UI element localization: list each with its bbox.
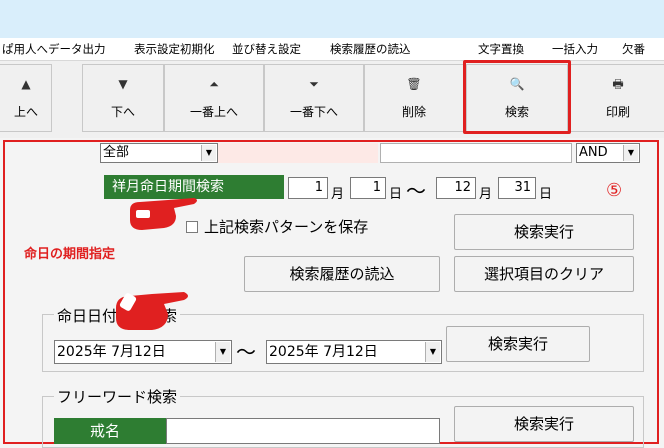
- start-month-input[interactable]: 1: [288, 177, 328, 199]
- step-badge: ⑤: [606, 180, 623, 201]
- delete-label: 削除: [401, 105, 426, 119]
- printer-icon: 🖶: [612, 77, 624, 91]
- move-up-button[interactable]: ▲ 上へ: [0, 64, 52, 132]
- chevron-down-icon: ▼: [201, 145, 216, 161]
- delete-button[interactable]: 🗑 削除: [364, 64, 464, 132]
- menu-bar: ぱ用人へデータ出力 表示設定初期化 並び替え設定 検索履歴の読込 文字置換 一括…: [0, 38, 664, 60]
- move-top-button[interactable]: ⏶ 一番上へ: [164, 64, 264, 132]
- posthumous-name-input[interactable]: [166, 418, 440, 444]
- date-range-tilde: ～: [236, 340, 256, 364]
- pointing-hand-icon: [116, 292, 188, 330]
- toolbar: ▲ 上へ ▼ 下へ ⏶ 一番上へ ⏷ 一番下へ 🗑 削除 🔍 検索 🖶 印刷: [0, 60, 664, 138]
- scope-combo-value: 全部: [103, 145, 130, 160]
- menu-item-sort-settings[interactable]: 並び替え設定: [232, 41, 301, 57]
- print-label: 印刷: [605, 105, 630, 119]
- logic-combo-value: AND: [579, 145, 608, 160]
- menu-item-replace-text[interactable]: 文字置換: [478, 41, 524, 57]
- end-day-input[interactable]: 31: [498, 177, 536, 199]
- trash-icon: 🗑: [406, 77, 422, 91]
- end-day-unit: 日: [539, 187, 553, 202]
- date-from-value: 2025年 7月12日: [57, 344, 166, 360]
- move-top-label: 一番上へ: [189, 105, 238, 119]
- load-history-button[interactable]: 検索履歴の読込: [244, 256, 440, 292]
- menu-item-reset-display[interactable]: 表示設定初期化: [134, 41, 215, 57]
- logic-combo[interactable]: AND ▼: [576, 143, 640, 163]
- chevron-down-icon: ▼: [623, 145, 638, 161]
- end-month-input[interactable]: 12: [436, 177, 476, 199]
- chevron-down-icon: ▼: [425, 342, 440, 362]
- search-exec-button-3[interactable]: 検索実行: [454, 406, 634, 442]
- menu-item-export[interactable]: ぱ用人へデータ出力: [2, 41, 106, 57]
- search-exec-button-1[interactable]: 検索実行: [454, 214, 634, 250]
- date-from-combo[interactable]: 2025年 7月12日 ▼: [54, 340, 232, 364]
- title-strip: [0, 0, 664, 38]
- move-bottom-button[interactable]: ⏷ 一番下へ: [264, 64, 364, 132]
- move-down-button[interactable]: ▼ 下へ: [82, 64, 164, 132]
- move-up-label: 上へ: [13, 105, 38, 119]
- posthumous-name-label: 戒名: [54, 418, 166, 444]
- menu-item-missing-number[interactable]: 欠番: [622, 41, 645, 57]
- arrow-top-icon: ⏶: [209, 77, 219, 91]
- move-down-label: 下へ: [110, 105, 135, 119]
- arrow-up-icon: ▲: [21, 77, 31, 91]
- start-month-unit: 月: [331, 187, 345, 202]
- print-button[interactable]: 🖶 印刷: [568, 64, 664, 132]
- arrow-bottom-icon: ⏷: [309, 77, 319, 91]
- date-to-combo[interactable]: 2025年 7月12日 ▼: [266, 340, 442, 364]
- clear-selection-button[interactable]: 選択項目のクリア: [454, 256, 634, 292]
- start-day-input[interactable]: 1: [350, 177, 386, 199]
- end-month-unit: 月: [479, 187, 493, 202]
- top-row-input[interactable]: [380, 143, 572, 163]
- move-bottom-label: 一番下へ: [289, 105, 338, 119]
- period-tilde: ～: [406, 179, 426, 203]
- search-highlight-box: [463, 60, 571, 134]
- search-exec-button-2[interactable]: 検索実行: [446, 326, 590, 362]
- free-word-title: フリーワード検索: [54, 386, 181, 407]
- scope-combo[interactable]: 全部 ▼: [100, 143, 218, 163]
- arrow-down-icon: ▼: [118, 77, 128, 91]
- menu-item-bulk-input[interactable]: 一括入力: [552, 41, 598, 57]
- save-pattern-checkbox[interactable]: [186, 221, 198, 233]
- start-day-unit: 日: [389, 187, 403, 202]
- annotation-text: 命日の期間指定: [24, 247, 116, 262]
- date-to-value: 2025年 7月12日: [269, 344, 378, 360]
- chevron-down-icon: ▼: [215, 342, 230, 362]
- top-row-field: [218, 143, 378, 163]
- menu-item-load-history[interactable]: 検索履歴の読込: [330, 41, 411, 57]
- save-pattern-label: 上記検索パターンを保存: [204, 218, 369, 236]
